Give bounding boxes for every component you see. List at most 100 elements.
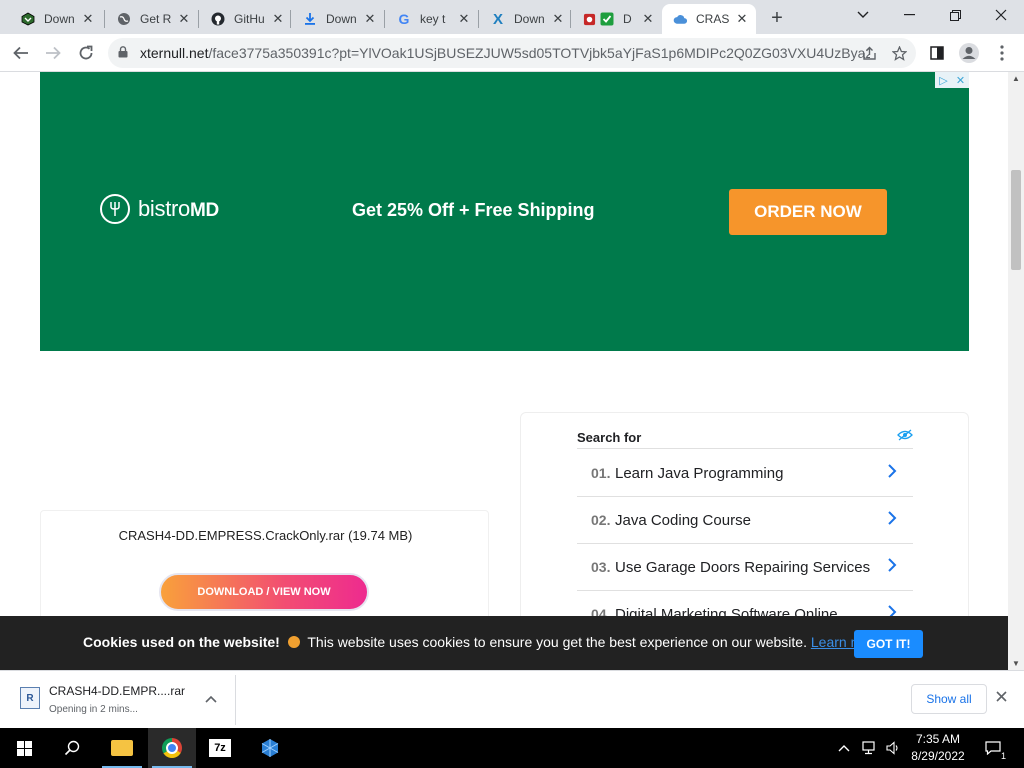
close-tab-icon[interactable]: ✕ xyxy=(456,11,472,27)
download-view-now-button[interactable]: DOWNLOAD / VIEW NOW xyxy=(159,573,369,611)
item-number: 01. xyxy=(591,465,611,481)
cookie-body: This website uses cookies to ensure you … xyxy=(307,634,807,650)
tab-d[interactable]: D ✕ xyxy=(572,4,662,34)
scroll-up-icon[interactable]: ▲ xyxy=(1012,74,1020,83)
eye-icon[interactable] xyxy=(897,429,913,444)
item-text: Learn Java Programming xyxy=(615,464,784,482)
cookie-title: Cookies used on the website! xyxy=(83,634,280,650)
ad-close-icon[interactable]: ✕ xyxy=(952,72,969,88)
clock-time: 7:35 AM xyxy=(915,732,961,746)
download-filename: CRASH4-DD.EMPR....rar xyxy=(49,684,186,698)
google-icon: G xyxy=(398,11,410,27)
search-result-item[interactable]: 02. Java Coding Course xyxy=(577,497,913,544)
back-arrow-icon[interactable] xyxy=(8,40,34,66)
brand-light: bistro xyxy=(138,196,190,221)
tab-title: Get R xyxy=(140,12,172,26)
search-result-item[interactable]: 01. Learn Java Programming xyxy=(577,450,913,497)
windows-taskbar: 7z 7:35 AM 8/29/2022 1 xyxy=(0,728,1024,768)
app-cube-icon[interactable] xyxy=(246,728,294,768)
page-viewport: ▷ ✕ bistroMD Get 25% Off + Free Shipping… xyxy=(0,72,1008,670)
red-shield-icon xyxy=(582,11,596,27)
chevron-right-icon xyxy=(887,463,905,484)
close-tab-icon[interactable]: ✕ xyxy=(550,11,566,27)
chrome-icon[interactable] xyxy=(148,728,196,768)
search-icon[interactable] xyxy=(48,728,96,768)
7zip-icon[interactable]: 7z xyxy=(196,728,244,768)
got-it-button[interactable]: GOT IT! xyxy=(854,630,923,658)
profile-avatar-icon[interactable] xyxy=(956,40,982,66)
tab-title: D xyxy=(623,12,632,26)
download-status: Opening in 2 mins... xyxy=(49,704,138,715)
brand-bold: MD xyxy=(190,200,219,221)
tab-title: Down xyxy=(326,12,357,26)
tab-google[interactable]: G key t ✕ xyxy=(386,4,478,34)
side-panel-icon[interactable] xyxy=(924,40,950,66)
file-explorer-icon[interactable] xyxy=(98,728,146,768)
rar-file-icon: R xyxy=(20,687,40,709)
bookmark-star-icon[interactable] xyxy=(888,42,910,64)
reload-icon[interactable] xyxy=(73,40,99,66)
show-hidden-icons-chevron[interactable] xyxy=(838,728,850,768)
close-tab-icon[interactable]: ✕ xyxy=(270,11,286,27)
share-icon[interactable] xyxy=(858,42,880,64)
minimize-icon[interactable] xyxy=(886,0,932,30)
file-name-label: CRASH4-DD.EMPRESS.CrackOnly.rar (19.74 M… xyxy=(118,528,413,543)
url-text: xternull.net/face3775a350391c?pt=YlVOak1… xyxy=(140,45,870,61)
tab-get-r[interactable]: Get R ✕ xyxy=(106,4,198,34)
tab-title: GitHu xyxy=(234,12,265,26)
download-shelf: R CRASH4-DD.EMPR....rar Opening in 2 min… xyxy=(0,670,1024,728)
tab-title: CRAS xyxy=(696,12,730,26)
tab-search-chevron-icon[interactable] xyxy=(840,0,886,30)
notification-center-icon[interactable]: 1 xyxy=(982,737,1006,761)
download-item[interactable]: R CRASH4-DD.EMPR....rar Opening in 2 min… xyxy=(8,675,236,725)
tab-download-2[interactable]: Down ✕ xyxy=(292,4,384,34)
close-shelf-icon[interactable] xyxy=(996,689,1007,706)
cookie-consent-bar: Cookies used on the website! This websit… xyxy=(0,616,1008,670)
address-bar[interactable]: xternull.net/face3775a350391c?pt=YlVOak1… xyxy=(108,38,916,68)
url-host: xternull.net xyxy=(140,45,209,61)
volume-icon[interactable] xyxy=(886,728,900,768)
logo-wordmark: bistroMD xyxy=(138,196,219,222)
ad-headline: Get 25% Off + Free Shipping xyxy=(352,200,595,220)
notification-count: 1 xyxy=(1000,751,1006,761)
page-scrollbar[interactable]: ▲ ▼ xyxy=(1008,72,1024,670)
restore-icon[interactable] xyxy=(932,0,978,30)
x-logo-icon: X xyxy=(492,10,503,28)
tab-github[interactable]: GitHu ✕ xyxy=(200,4,292,34)
ad-choices-badge[interactable]: ▷ ✕ xyxy=(935,72,969,88)
tab-download-1[interactable]: Down ✕ xyxy=(10,4,102,34)
chevron-right-icon xyxy=(887,557,905,578)
tab-download-3[interactable]: X Down ✕ xyxy=(480,4,572,34)
tab-crash-active[interactable]: CRAS ✕ xyxy=(662,4,756,34)
bistromd-logo: bistroMD xyxy=(100,194,219,224)
download-arrow-icon xyxy=(302,11,318,27)
scroll-down-icon[interactable]: ▼ xyxy=(1012,659,1020,668)
url-path: /face3775a350391c?pt=YlVOak1USjBUSEZJUW5… xyxy=(208,45,870,61)
search-result-item[interactable]: 03. Use Garage Doors Repairing Services xyxy=(577,544,913,591)
close-tab-icon[interactable]: ✕ xyxy=(176,11,192,27)
network-icon[interactable] xyxy=(862,728,878,768)
chevron-up-icon[interactable] xyxy=(205,690,217,706)
windows-start-icon[interactable] xyxy=(0,728,48,768)
close-tab-icon[interactable]: ✕ xyxy=(640,11,656,27)
close-tab-icon[interactable]: ✕ xyxy=(80,11,96,27)
order-now-button[interactable]: ORDER NOW xyxy=(729,189,887,235)
browser-toolbar: xternull.net/face3775a350391c?pt=YlVOak1… xyxy=(0,34,1024,72)
globe-icon xyxy=(116,11,132,27)
shield-check-icon xyxy=(599,11,615,27)
menu-kebab-icon[interactable] xyxy=(989,40,1015,66)
show-all-button[interactable]: Show all xyxy=(911,684,987,714)
ad-banner[interactable]: ▷ ✕ bistroMD Get 25% Off + Free Shipping… xyxy=(40,72,969,351)
clock[interactable]: 7:35 AM 8/29/2022 xyxy=(905,731,971,765)
forward-arrow-icon[interactable] xyxy=(40,40,66,66)
7zip-label: 7z xyxy=(209,739,231,757)
search-for-header: Search for xyxy=(577,429,913,449)
new-tab-button[interactable]: + xyxy=(766,7,788,29)
close-tab-icon[interactable]: ✕ xyxy=(362,11,378,27)
close-window-icon[interactable] xyxy=(978,0,1024,30)
chevron-right-icon xyxy=(887,510,905,531)
scroll-thumb[interactable] xyxy=(1011,170,1021,270)
close-tab-icon[interactable]: ✕ xyxy=(734,11,750,27)
adchoices-icon[interactable]: ▷ xyxy=(935,72,952,88)
tab-title: Down xyxy=(514,12,545,26)
